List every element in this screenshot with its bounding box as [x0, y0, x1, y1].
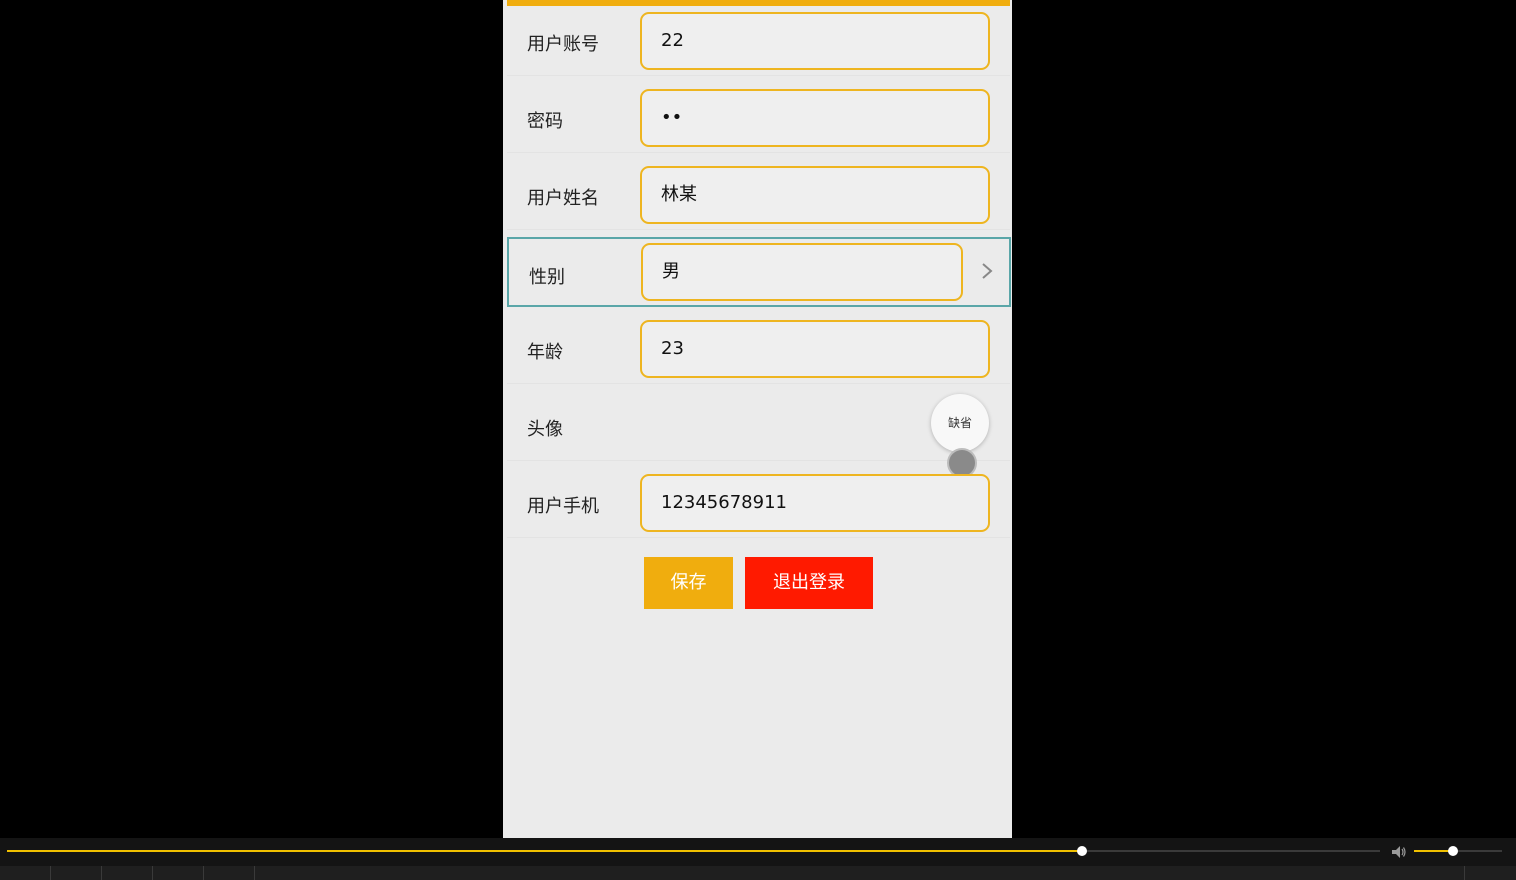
form-row-gender[interactable]: 性别 男 — [507, 237, 1011, 307]
form-row-name: 用户姓名 林某 — [507, 160, 1010, 230]
phone-label: 用户手机 — [527, 496, 599, 517]
account-label: 用户账号 — [527, 34, 599, 55]
progress-fill — [7, 850, 1083, 852]
avatar[interactable]: 缺省 — [931, 394, 989, 452]
volume-handle[interactable] — [1447, 846, 1458, 856]
avatar-label: 头像 — [527, 419, 563, 440]
taskbar-divider — [50, 866, 51, 880]
password-input[interactable]: •• — [640, 89, 990, 147]
gender-picker[interactable]: 男 — [641, 243, 963, 301]
chevron-right-icon[interactable] — [977, 261, 997, 281]
volume-icon[interactable] — [1391, 845, 1407, 859]
taskbar-divider — [203, 866, 204, 880]
taskbar-divider — [1464, 866, 1465, 880]
taskbar-divider — [152, 866, 153, 880]
form-row-account: 用户账号 22 — [507, 6, 1010, 76]
volume-slider[interactable] — [1414, 846, 1502, 856]
video-player-controls — [0, 838, 1516, 866]
name-input[interactable]: 林某 — [640, 166, 990, 224]
age-label: 年龄 — [527, 342, 563, 363]
logout-button[interactable]: 退出登录 — [745, 557, 873, 609]
progress-slider[interactable] — [7, 846, 1380, 856]
age-input[interactable]: 23 — [640, 320, 990, 378]
account-input[interactable]: 22 — [640, 12, 990, 70]
form-row-phone: 用户手机 12345678911 — [507, 468, 1010, 538]
form-row-password: 密码 •• — [507, 83, 1010, 153]
name-label: 用户姓名 — [527, 188, 599, 209]
taskbar-divider — [101, 866, 102, 880]
phone-input[interactable]: 12345678911 — [640, 474, 990, 532]
taskbar-divider — [254, 866, 255, 880]
volume-fill — [1414, 850, 1453, 852]
form-row-age: 年龄 23 — [507, 314, 1010, 384]
save-button[interactable]: 保存 — [644, 557, 733, 609]
taskbar-strip — [0, 866, 1516, 880]
password-label: 密码 — [527, 111, 563, 132]
progress-handle[interactable] — [1077, 846, 1088, 856]
gender-label: 性别 — [529, 267, 565, 288]
mobile-viewport: 用户账号 22 密码 •• 用户姓名 林某 性别 男 年龄 23 头像 缺省 用… — [503, 0, 1012, 838]
